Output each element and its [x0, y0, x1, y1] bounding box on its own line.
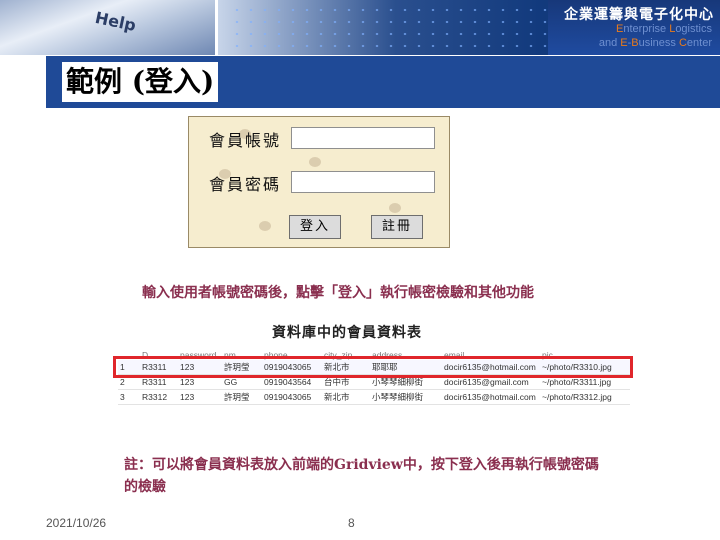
register-button[interactable]: 註冊 [371, 215, 423, 239]
paw-print-decoration [389, 203, 401, 213]
org-name-english-line2: and E-Business Center [598, 37, 712, 49]
table-cell: 123 [178, 389, 222, 405]
login-form-screenshot: 會員帳號 會員密碼 登入 註冊 [188, 116, 450, 248]
table-cell: R3312 [140, 389, 178, 405]
table-cell: 0919043065 [262, 389, 322, 405]
page-number: 8 [348, 516, 355, 530]
header-banner: Help 企業運籌與電子化中心 Enterprise Logistics and… [0, 0, 720, 55]
paw-print-decoration [309, 157, 321, 167]
password-input[interactable] [291, 171, 435, 193]
keyboard-image: Help [0, 0, 215, 55]
footer-date: 2021/10/26 [46, 516, 107, 530]
account-label: 會員帳號 [209, 131, 282, 150]
table-row[interactable]: 3 R3312 123 許玥瑩 0919043065 新北市 小琴琴細柳街 do… [118, 389, 630, 405]
paw-print-decoration [259, 221, 271, 231]
org-name-english-line1: Enterprise Logistics [615, 23, 712, 35]
banner-divider [215, 0, 218, 55]
circuit-pattern [230, 4, 550, 52]
selected-row-highlight [113, 356, 633, 378]
help-key-label: Help [93, 7, 138, 36]
table-cell: 許玥瑩 [222, 389, 262, 405]
table-cell: ~/photo/R3312.jpg [540, 389, 630, 405]
password-label: 會員密碼 [209, 175, 282, 194]
table-caption: 資料庫中的會員資料表 [272, 325, 422, 341]
title-left-gap [0, 56, 46, 108]
table-cell: 小琴琴細柳街 [370, 389, 442, 405]
page-title: 範例 (登入) [62, 62, 219, 102]
login-button[interactable]: 登入 [289, 215, 341, 239]
table-cell: docir6135@hotmail.com [442, 389, 540, 405]
note-text: 註：可以將會員資料表放入前端的Gridview中，按下登入後再執行帳號密碼的檢驗 [124, 457, 599, 495]
org-logo-block: 企業運籌與電子化中心 Enterprise Logistics and E-Bu… [548, 0, 720, 55]
description-text: 輸入使用者帳號密碼後，點擊「登入」執行帳密檢驗和其他功能 [142, 285, 534, 301]
account-input[interactable] [291, 127, 435, 149]
table-cell: 3 [118, 389, 140, 405]
org-name-chinese: 企業運籌與電子化中心 [564, 7, 714, 23]
table-cell: 新北市 [322, 389, 370, 405]
